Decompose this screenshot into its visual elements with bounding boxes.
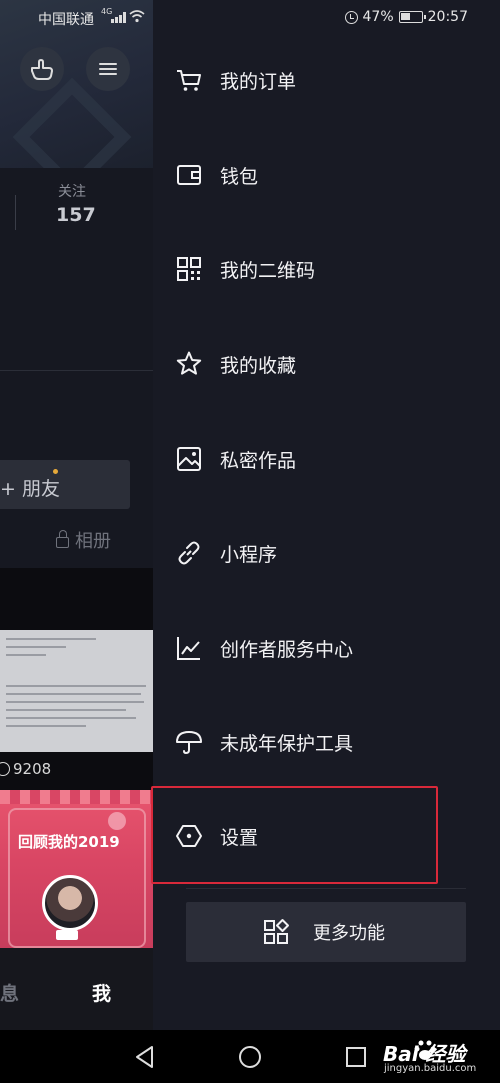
side-drawer: 我的订单 钱包 我的二维码 我的收藏 私密作品 小程序 创作者服务中心 未成年保…	[151, 0, 500, 1030]
view-count: 9208	[0, 760, 51, 778]
hamburger-menu-button[interactable]	[86, 47, 130, 91]
hamburger-icon	[99, 60, 117, 77]
stat-divider	[15, 195, 16, 230]
avatar	[42, 875, 98, 931]
grid-apps-icon	[264, 919, 289, 944]
menu-item-minor-protection[interactable]: 未成年保护工具	[153, 712, 500, 772]
menu-item-qrcode[interactable]: 我的二维码	[153, 239, 500, 299]
wallet-icon	[175, 161, 203, 189]
follow-label: 关注	[58, 184, 86, 200]
menu-item-label: 未成年保护工具	[220, 732, 354, 755]
hand-icon	[31, 59, 53, 80]
video-thumbnail-review[interactable]: 回顾我的2019	[0, 790, 153, 948]
name-tag	[56, 930, 78, 940]
tab-messages[interactable]: 息	[0, 979, 19, 1006]
cart-icon	[175, 66, 203, 94]
album-label: 相册	[75, 531, 111, 552]
menu-item-mini-programs[interactable]: 小程序	[153, 523, 500, 583]
image-icon	[175, 445, 203, 473]
lock-icon	[56, 530, 69, 548]
review-title: 回顾我的2019	[18, 833, 120, 851]
menu-item-label: 私密作品	[220, 449, 297, 472]
menu-item-creator-center[interactable]: 创作者服务中心	[153, 618, 500, 678]
menu-item-label: 钱包	[220, 165, 259, 188]
drawer-divider	[186, 888, 466, 889]
clock: 20:57	[427, 9, 468, 25]
thumbnail-stripe	[0, 790, 153, 804]
chart-icon	[175, 634, 203, 662]
menu-item-label: 创作者服务中心	[220, 638, 354, 661]
more-features-button[interactable]: 更多功能	[186, 902, 466, 962]
carrier-name: 中国联通	[38, 12, 94, 28]
video-thumbnail[interactable]	[0, 630, 153, 752]
pointer-hand-button[interactable]	[20, 47, 64, 91]
settings-highlight-box	[151, 786, 438, 884]
home-icon[interactable]	[237, 1044, 263, 1070]
wifi-icon	[129, 10, 145, 23]
status-bar: 中国联通 4G 47% 20:57	[0, 0, 500, 34]
album-tab[interactable]: 相册	[56, 527, 111, 553]
more-features-label: 更多功能	[313, 923, 385, 944]
menu-item-label: 小程序	[220, 543, 278, 566]
menu-item-label: 我的二维码	[220, 259, 316, 282]
alarm-icon	[344, 10, 358, 24]
menu-item-orders[interactable]: 我的订单	[153, 50, 500, 110]
add-friend-label: + 朋友	[0, 478, 60, 500]
menu-item-private-works[interactable]: 私密作品	[153, 429, 500, 489]
menu-item-label: 我的收藏	[220, 354, 297, 377]
qrcode-icon	[175, 255, 203, 283]
umbrella-icon	[175, 728, 203, 756]
link-icon	[175, 539, 203, 567]
menu-item-label: 我的订单	[220, 70, 297, 93]
tab-me[interactable]: 我	[92, 979, 111, 1006]
notification-dot	[53, 469, 58, 474]
view-count-value: 9208	[13, 760, 52, 778]
section-divider	[0, 370, 153, 371]
follow-count[interactable]: 157	[56, 204, 96, 226]
profile-background: 关注 157 + 朋友 相册 9208 回顾我的2019 息 我	[0, 0, 153, 1030]
recent-apps-icon[interactable]	[343, 1044, 369, 1070]
star-icon	[175, 350, 203, 378]
back-icon[interactable]	[132, 1044, 158, 1070]
watermark-url: jingyan.baidu.com	[384, 1063, 477, 1074]
bottom-tab-bar	[0, 948, 153, 1030]
heart-icon	[108, 812, 126, 830]
battery-percent: 47%	[362, 9, 394, 25]
menu-item-favorites[interactable]: 我的收藏	[153, 334, 500, 394]
signal-icon	[111, 12, 126, 23]
menu-item-wallet[interactable]: 钱包	[153, 145, 500, 205]
play-count-icon	[0, 762, 10, 776]
status-right: 47% 20:57	[344, 9, 468, 25]
battery-icon	[398, 11, 426, 23]
